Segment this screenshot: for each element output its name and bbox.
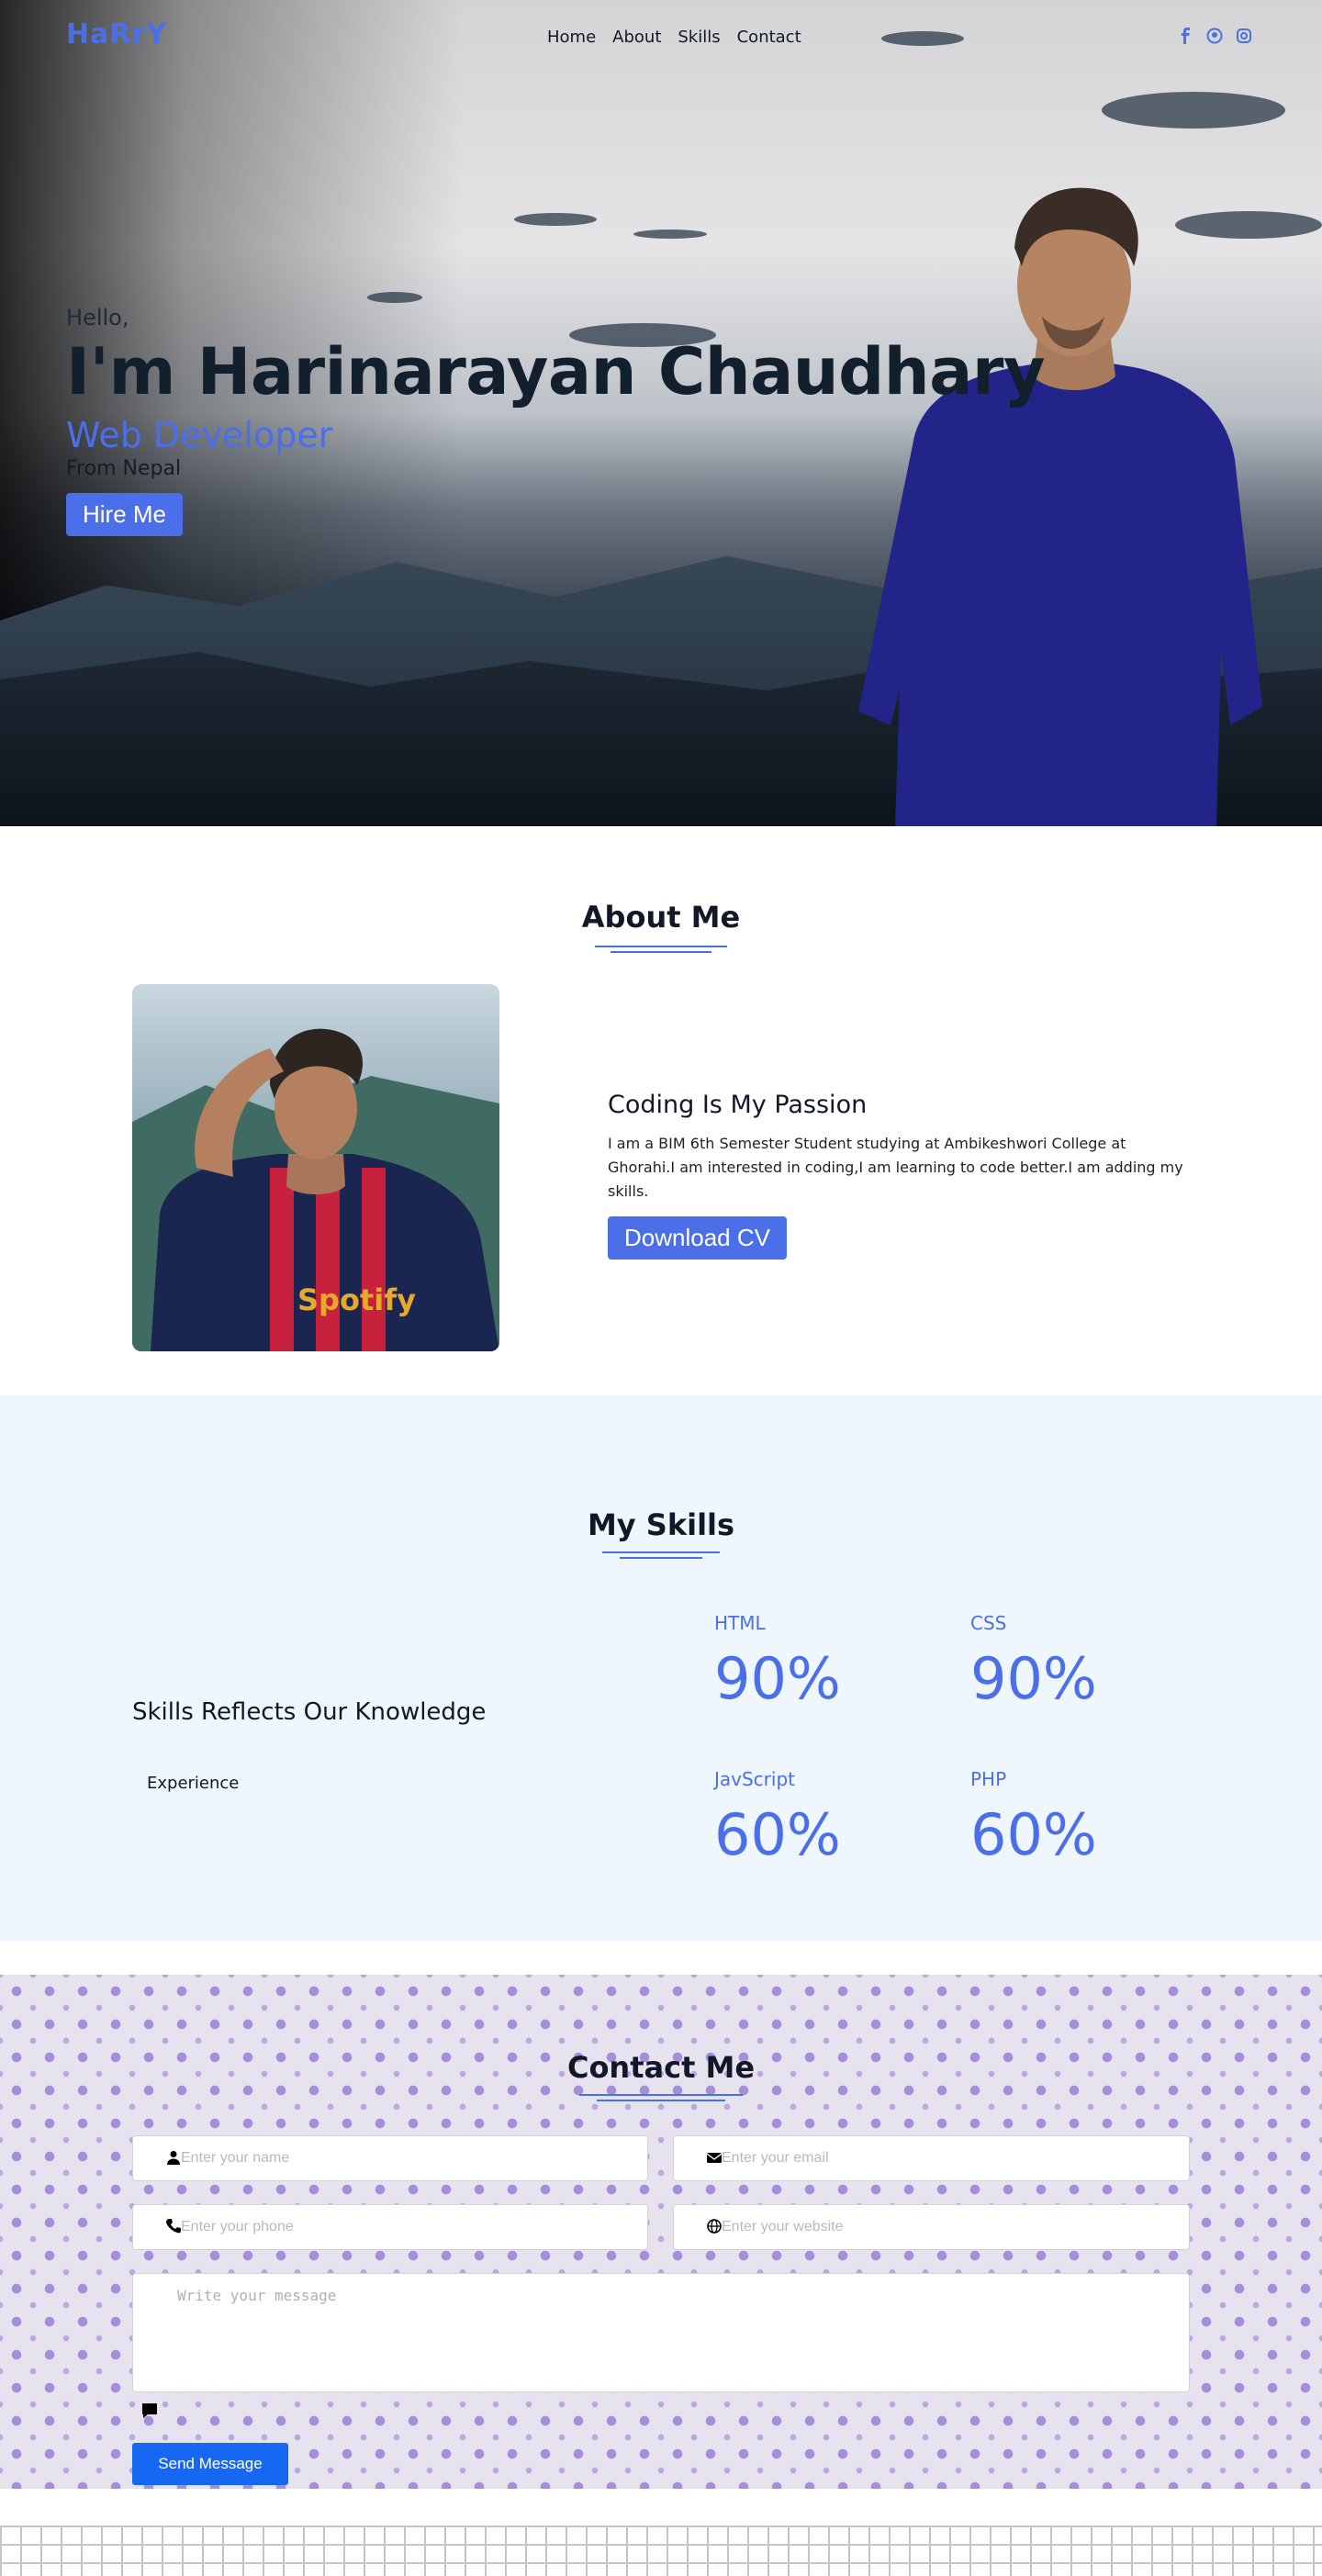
hero-role: Web Developer bbox=[66, 415, 333, 455]
skill-percent: 90% bbox=[714, 1645, 841, 1712]
contact-title: Contact Me bbox=[566, 2050, 756, 2085]
footer bbox=[0, 2489, 1322, 2576]
nav-link-skills[interactable]: Skills bbox=[678, 28, 720, 47]
title-underline bbox=[579, 2094, 743, 2096]
title-underline bbox=[611, 951, 711, 953]
email-input[interactable] bbox=[722, 2136, 1182, 2180]
skill-css: CSS 90% bbox=[970, 1612, 1097, 1712]
skills-heading: Skills Reflects Our Knowledge bbox=[132, 1698, 487, 1726]
instagram-icon[interactable] bbox=[1236, 28, 1252, 44]
comment-icon bbox=[140, 2402, 159, 2420]
main-menu: Home About Skills Contact bbox=[547, 28, 801, 47]
cloud bbox=[633, 230, 707, 239]
hero-greeting: Hello, bbox=[66, 305, 129, 330]
section-spacer bbox=[0, 1942, 1322, 1975]
nav-link-home[interactable]: Home bbox=[547, 28, 596, 47]
message-field bbox=[132, 2273, 1190, 2392]
hero-name: I'm Harinarayan Chaudhary bbox=[66, 334, 1045, 409]
cloud bbox=[1102, 92, 1285, 129]
site-logo[interactable]: HaRrY bbox=[66, 18, 167, 50]
nav-link-about[interactable]: About bbox=[612, 28, 661, 47]
contact-section: Contact Me Send Message bbox=[0, 1975, 1322, 2489]
about-text: Coding Is My Passion I am a BIM 6th Seme… bbox=[608, 1091, 1195, 1260]
skill-name: PHP bbox=[970, 1768, 1007, 1790]
skills-title: My Skills bbox=[587, 1507, 735, 1542]
top-nav: HaRrY Home About Skills Contact bbox=[0, 0, 1322, 73]
hero-intro: Hello, I'm Harinarayan Chaudhary Web Dev… bbox=[66, 305, 1045, 536]
svg-text:Spotify: Spotify bbox=[297, 1282, 416, 1317]
hire-me-button[interactable]: Hire Me bbox=[66, 493, 184, 536]
circuit-pattern bbox=[0, 2526, 1322, 2576]
phone-field bbox=[132, 2204, 648, 2250]
hero-section: HaRrY Home About Skills Contact Hello, I… bbox=[0, 0, 1322, 826]
title-underline bbox=[602, 1551, 720, 1553]
about-title: About Me bbox=[581, 900, 741, 935]
skill-php: PHP 60% bbox=[970, 1768, 1097, 1868]
name-field bbox=[132, 2135, 648, 2181]
skill-percent: 60% bbox=[970, 1801, 1097, 1868]
title-underline bbox=[597, 2100, 725, 2101]
download-cv-button[interactable]: Download CV bbox=[608, 1216, 787, 1260]
send-message-button[interactable]: Send Message bbox=[132, 2443, 288, 2485]
website-field bbox=[673, 2204, 1190, 2250]
skill-javascript: JavScript 60% bbox=[714, 1768, 841, 1868]
facebook-icon[interactable] bbox=[1177, 28, 1193, 44]
title-underline bbox=[620, 1557, 702, 1559]
cloud bbox=[367, 292, 422, 303]
nav-link-contact[interactable]: Contact bbox=[737, 28, 801, 47]
about-section: About Me Spotify Coding Is My Passion I … bbox=[0, 826, 1322, 1395]
experience-label: Experience bbox=[147, 1774, 240, 1793]
message-textarea[interactable] bbox=[133, 2274, 1189, 2391]
about-heading: Coding Is My Passion bbox=[608, 1091, 868, 1119]
title-underline bbox=[595, 946, 727, 947]
website-input[interactable] bbox=[722, 2205, 1182, 2249]
skill-name: CSS bbox=[970, 1612, 1007, 1634]
email-field bbox=[673, 2135, 1190, 2181]
skill-percent: 60% bbox=[714, 1801, 841, 1868]
social-links bbox=[1177, 28, 1252, 44]
cloud bbox=[514, 213, 597, 226]
skill-name: HTML bbox=[714, 1612, 766, 1634]
name-input[interactable] bbox=[181, 2136, 640, 2180]
skills-section: My Skills Skills Reflects Our Knowledge … bbox=[0, 1395, 1322, 1942]
skill-name: JavScript bbox=[714, 1768, 795, 1790]
hero-location: From Nepal bbox=[66, 457, 182, 480]
about-photo: Spotify bbox=[132, 984, 499, 1351]
skill-html: HTML 90% bbox=[714, 1612, 841, 1712]
skill-percent: 90% bbox=[970, 1645, 1097, 1712]
github-icon[interactable] bbox=[1206, 28, 1223, 44]
phone-input[interactable] bbox=[181, 2205, 640, 2249]
about-body: I am a BIM 6th Semester Student studying… bbox=[608, 1135, 1183, 1200]
